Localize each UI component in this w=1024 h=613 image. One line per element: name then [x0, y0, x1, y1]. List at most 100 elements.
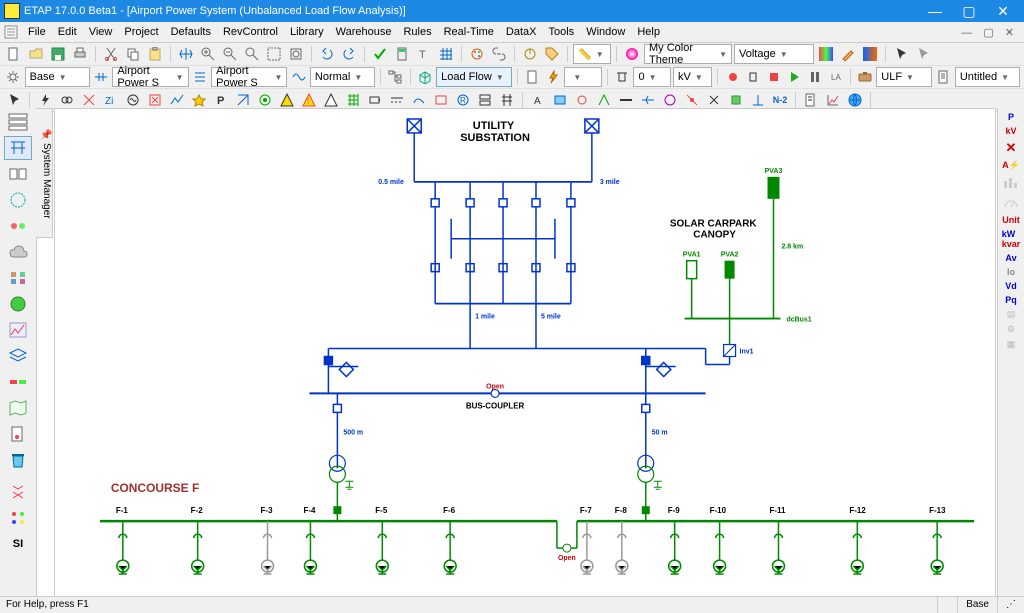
wave-icon[interactable] — [289, 67, 308, 87]
paste-icon[interactable] — [145, 44, 165, 64]
tb-j-icon[interactable] — [726, 90, 746, 110]
swatch1[interactable] — [816, 44, 836, 64]
rt-misc3-icon[interactable]: ▦ — [1007, 339, 1016, 350]
menu-tools[interactable]: Tools — [543, 24, 581, 40]
status-resize-icon[interactable]: ⋰ — [997, 597, 1024, 613]
ts-icon[interactable] — [167, 90, 187, 110]
haz3-icon[interactable] — [321, 90, 341, 110]
ct-icon[interactable] — [431, 90, 451, 110]
globe-icon[interactable] — [845, 90, 865, 110]
sc-icon[interactable] — [79, 90, 99, 110]
rt-av[interactable]: Av — [1005, 253, 1016, 263]
rail-icon[interactable] — [497, 90, 517, 110]
menu-realtime[interactable]: Real-Time — [438, 24, 500, 40]
system-manager-tab[interactable]: 📌 System Manager — [36, 108, 53, 238]
doc2-icon[interactable] — [801, 90, 821, 110]
haz2-icon[interactable]: ! — [299, 90, 319, 110]
pt-icon[interactable] — [475, 90, 495, 110]
mode-combo[interactable]: Load Flow▼ — [436, 67, 512, 87]
maximize-button[interactable]: ▢ — [952, 0, 986, 22]
ptr-icon[interactable] — [4, 90, 24, 110]
zoom-out-icon[interactable] — [220, 44, 240, 64]
menu-view[interactable]: View — [83, 24, 119, 40]
print-icon[interactable] — [70, 44, 90, 64]
flash-icon[interactable] — [35, 90, 55, 110]
close-button[interactable]: ✕ — [986, 0, 1020, 22]
cab-icon[interactable] — [409, 90, 429, 110]
bus-icon[interactable] — [613, 67, 632, 87]
brush-icon[interactable] — [838, 44, 858, 64]
case-icon[interactable] — [856, 67, 875, 87]
cursor2-icon[interactable] — [913, 44, 933, 64]
rt-kwkvar[interactable]: kWkvar — [1002, 229, 1021, 249]
swatch2[interactable] — [860, 44, 880, 64]
menu-revcontrol[interactable]: RevControl — [217, 24, 284, 40]
sld2-icon[interactable] — [191, 67, 210, 87]
tb-d-icon[interactable] — [594, 90, 614, 110]
tb-f-icon[interactable] — [638, 90, 658, 110]
undo-icon[interactable] — [317, 44, 337, 64]
rt-p[interactable]: P — [1008, 112, 1014, 122]
redo-icon[interactable] — [339, 44, 359, 64]
ug-icon[interactable] — [4, 266, 32, 290]
dim-rg-icon[interactable] — [4, 370, 32, 394]
calc-icon[interactable] — [392, 44, 412, 64]
star-view-icon[interactable] — [4, 188, 32, 212]
minimize-button[interactable]: — — [918, 0, 952, 22]
rt-misc2-icon[interactable]: ⚙ — [1007, 324, 1015, 335]
tb-g-icon[interactable] — [660, 90, 680, 110]
tb-i-icon[interactable] — [704, 90, 724, 110]
text-icon[interactable]: T — [414, 44, 434, 64]
batt-icon[interactable] — [365, 90, 385, 110]
study-combo[interactable]: Airport Power S▼ — [211, 67, 287, 87]
cut-icon[interactable] — [101, 44, 121, 64]
pan-icon[interactable] — [176, 44, 196, 64]
kv-combo[interactable]: kV▼ — [673, 67, 712, 87]
rt-misc1-icon[interactable]: ▤ — [1007, 309, 1016, 320]
menu-file[interactable]: File — [22, 24, 52, 40]
sld-editor-icon[interactable] — [4, 136, 32, 160]
tb-a-icon[interactable]: A — [528, 90, 548, 110]
si-icon[interactable]: SI — [4, 532, 32, 556]
bolt-icon[interactable] — [544, 67, 563, 87]
doc3-icon[interactable] — [4, 422, 32, 446]
nminus2-icon[interactable]: N-2 — [770, 90, 790, 110]
sr-icon[interactable] — [189, 90, 209, 110]
base-combo[interactable]: Base▼ — [25, 67, 90, 87]
opt-icon[interactable] — [255, 90, 275, 110]
panel-sched-icon[interactable] — [4, 162, 32, 186]
diagram-canvas[interactable]: UTILITY SUBSTATION 0.5 mile 3 mile — [54, 108, 996, 597]
tb-b-icon[interactable] — [550, 90, 570, 110]
tb-h-icon[interactable] — [682, 90, 702, 110]
menu-library[interactable]: Library — [284, 24, 330, 40]
presentation-combo[interactable]: Airport Power S▼ — [112, 67, 188, 87]
theme-wheel-icon[interactable] — [622, 44, 642, 64]
cable-icon[interactable] — [4, 214, 32, 238]
power-icon[interactable] — [520, 44, 540, 64]
grid-icon[interactable] — [436, 44, 456, 64]
net-editor-icon[interactable] — [4, 110, 32, 134]
dc-icon[interactable] — [387, 90, 407, 110]
menu-help[interactable]: Help — [631, 24, 666, 40]
menu-datax[interactable]: DataX — [500, 24, 543, 40]
rt-unit[interactable]: Unit — [1002, 215, 1020, 225]
untitled-combo[interactable]: Untitled▼ — [955, 67, 1020, 87]
save-icon[interactable] — [48, 44, 68, 64]
rt-kv[interactable]: kV — [1005, 126, 1016, 136]
rt-a[interactable]: A⚡ — [1002, 160, 1020, 171]
menu-window[interactable]: Window — [580, 24, 631, 40]
ra-icon[interactable] — [233, 90, 253, 110]
cursor1-icon[interactable] — [891, 44, 911, 64]
cube-icon[interactable] — [416, 67, 435, 87]
ele-legend1-icon[interactable] — [4, 480, 32, 504]
voltage-combo[interactable]: Voltage▼ — [734, 44, 814, 64]
xfmr-icon[interactable] — [57, 90, 77, 110]
dot-icon[interactable] — [723, 67, 742, 87]
new-icon[interactable] — [4, 44, 24, 64]
tb-k-icon[interactable] — [748, 90, 768, 110]
gis-cloud-icon[interactable] — [4, 240, 32, 264]
play-icon[interactable] — [785, 67, 804, 87]
sld-icon[interactable] — [92, 67, 111, 87]
trash-icon[interactable] — [4, 448, 32, 472]
p-letter-icon[interactable]: P — [211, 90, 231, 110]
